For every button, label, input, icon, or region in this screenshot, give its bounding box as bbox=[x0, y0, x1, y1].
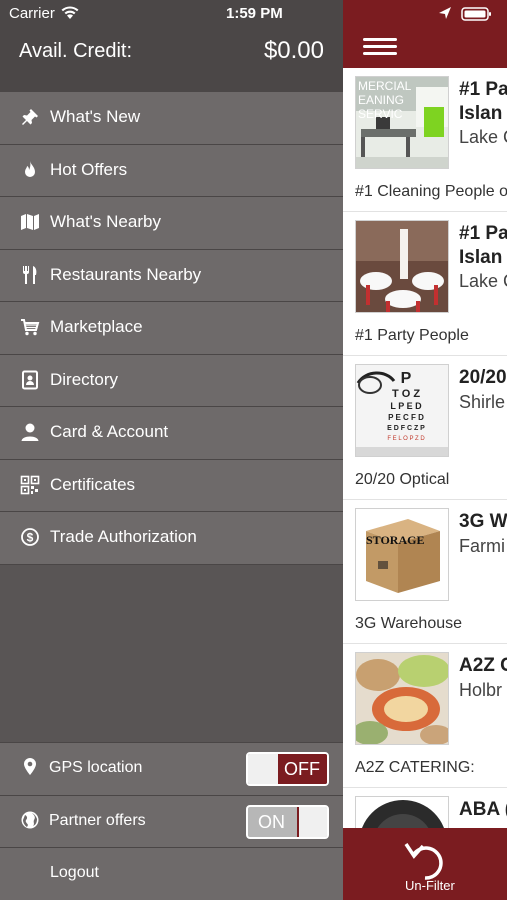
main-panel: MERCIAL EANING SERVIC #1 Pa Islan Lake C… bbox=[343, 0, 507, 900]
menu-label: Directory bbox=[50, 369, 119, 389]
top-navbar bbox=[343, 0, 507, 68]
partner-offers-label: Partner offers bbox=[49, 811, 146, 829]
logout-label: Logout bbox=[50, 864, 99, 881]
menu-item-trade-authorization[interactable]: $ Trade Authorization bbox=[0, 512, 343, 565]
gps-location-toggle[interactable]: OFF bbox=[246, 752, 329, 786]
fork-knife-icon bbox=[23, 265, 37, 284]
flame-icon bbox=[25, 160, 35, 177]
listing-location: Shirle bbox=[459, 392, 506, 412]
menu-label: Card & Account bbox=[50, 422, 169, 441]
menu-label: Certificates bbox=[50, 474, 136, 494]
listing-thumbnail bbox=[355, 652, 449, 745]
menu-item-certificates[interactable]: Certificates bbox=[0, 459, 343, 512]
status-bar: Carrier 1:59 PM bbox=[0, 0, 343, 28]
bottom-toolbar: Un-Filter bbox=[343, 828, 507, 900]
listing-location: Lake C bbox=[459, 127, 507, 147]
status-time: 1:59 PM bbox=[226, 5, 283, 22]
toggle-state: OFF bbox=[284, 759, 320, 779]
drawer-footer: GPS location OFF Partner offers ON Logou… bbox=[0, 742, 343, 900]
menu-item-whats-new[interactable]: What's New bbox=[0, 92, 343, 145]
svg-text:P: P bbox=[401, 370, 412, 387]
listing-location: Holbr bbox=[459, 680, 503, 700]
drawer-menu: What's New Hot Offers What's Nearby Rest… bbox=[0, 92, 343, 565]
svg-text:E D F C Z P: E D F C Z P bbox=[387, 425, 425, 432]
listing-list: MERCIAL EANING SERVIC #1 Pa Islan Lake C… bbox=[343, 68, 507, 900]
map-icon bbox=[21, 214, 39, 230]
wifi-icon bbox=[61, 6, 79, 19]
menu-label: What's New bbox=[50, 107, 141, 126]
location-arrow-icon bbox=[439, 7, 451, 19]
listing-title: #1 Pa Islan bbox=[459, 79, 507, 124]
listing-title: #1 Pa Islan bbox=[459, 223, 507, 268]
gps-location-row: GPS location OFF bbox=[0, 742, 343, 795]
svg-text:P E C F D: P E C F D bbox=[388, 413, 424, 422]
eye-chart-image: P T O Z L P E D P E C F D E D F C Z P F … bbox=[356, 365, 448, 456]
listing-location: Lake C bbox=[459, 271, 507, 291]
menu-item-directory[interactable]: Directory bbox=[0, 354, 343, 407]
listing-location: Farmi bbox=[459, 536, 505, 556]
unfilter-label[interactable]: Un-Filter bbox=[405, 878, 455, 893]
toggle-knob bbox=[297, 806, 327, 837]
listing-card[interactable]: #1 Pa Islan Lake C #1 Party People bbox=[343, 212, 507, 356]
listing-thumbnail bbox=[355, 220, 449, 313]
menu-label: Marketplace bbox=[50, 317, 143, 336]
svg-text:F E L O P Z D: F E L O P Z D bbox=[387, 436, 425, 442]
listing-card[interactable]: STORAGE 3G W Farmi 3G Warehouse bbox=[343, 500, 507, 644]
toggle-knob bbox=[248, 754, 278, 784]
listing-title: 20/20 bbox=[459, 367, 507, 388]
menu-item-whats-nearby[interactable]: What's Nearby bbox=[0, 197, 343, 250]
qr-code-icon bbox=[20, 475, 40, 494]
cart-icon bbox=[21, 319, 40, 336]
menu-item-restaurants-nearby[interactable]: Restaurants Nearby bbox=[0, 249, 343, 302]
menu-label: Restaurants Nearby bbox=[50, 264, 202, 284]
carrier-label: Carrier bbox=[9, 5, 55, 22]
menu-item-marketplace[interactable]: Marketplace bbox=[0, 302, 343, 355]
partner-offers-row: Partner offers ON bbox=[0, 794, 343, 847]
logout-row[interactable]: Logout bbox=[0, 847, 343, 900]
listing-thumbnail: MERCIAL EANING SERVIC bbox=[355, 76, 449, 169]
listing-caption: 3G Warehouse bbox=[355, 615, 463, 632]
listing-caption: A2Z CATERING: bbox=[355, 759, 475, 776]
person-icon bbox=[21, 423, 39, 441]
thumbnail-text: STORAGE bbox=[366, 533, 425, 547]
hamburger-menu-icon[interactable] bbox=[363, 38, 397, 56]
location-pin-icon bbox=[24, 758, 36, 775]
gps-location-label: GPS location bbox=[49, 759, 143, 776]
status-icons bbox=[439, 7, 491, 21]
menu-label: What's Nearby bbox=[50, 212, 161, 231]
pin-icon bbox=[22, 109, 38, 125]
toggle-state: ON bbox=[258, 811, 285, 832]
menu-item-card-account[interactable]: Card & Account bbox=[0, 407, 343, 460]
menu-label: Hot Offers bbox=[50, 159, 128, 179]
globe-icon bbox=[21, 811, 39, 828]
listing-title: 3G W bbox=[459, 511, 507, 532]
drawer-header: Carrier 1:59 PM Avail. Credit: $0.00 bbox=[0, 0, 343, 92]
credit-value: $0.00 bbox=[263, 37, 324, 64]
listing-thumbnail: STORAGE bbox=[355, 508, 449, 601]
listing-caption: 20/20 Optical bbox=[355, 471, 450, 488]
svg-text:$: $ bbox=[27, 531, 34, 545]
side-drawer: Carrier 1:59 PM Avail. Credit: $0.00 Wha… bbox=[0, 0, 343, 900]
svg-text:L P E D: L P E D bbox=[390, 401, 422, 411]
menu-item-hot-offers[interactable]: Hot Offers bbox=[0, 144, 343, 197]
svg-text:T O Z: T O Z bbox=[392, 388, 420, 400]
contact-book-icon bbox=[22, 370, 38, 389]
listing-caption: #1 Cleaning People o bbox=[355, 183, 507, 200]
listing-card[interactable]: A2Z C Holbr A2Z CATERING: bbox=[343, 644, 507, 788]
menu-label: Trade Authorization bbox=[50, 527, 197, 546]
partner-offers-toggle[interactable]: ON bbox=[246, 804, 329, 839]
dollar-circle-icon: $ bbox=[21, 528, 39, 546]
listing-card[interactable]: P T O Z L P E D P E C F D E D F C Z P F … bbox=[343, 356, 507, 500]
listing-thumbnail: P T O Z L P E D P E C F D E D F C Z P F … bbox=[355, 364, 449, 457]
listing-caption: #1 Party People bbox=[355, 327, 469, 344]
listing-card[interactable]: MERCIAL EANING SERVIC #1 Pa Islan Lake C… bbox=[343, 68, 507, 212]
listing-title: ABA ( bbox=[459, 799, 507, 820]
listing-title: A2Z C bbox=[459, 655, 507, 676]
credit-label: Avail. Credit: bbox=[19, 40, 133, 62]
thumbnail-text: MERCIAL EANING SERVIC bbox=[358, 79, 411, 121]
